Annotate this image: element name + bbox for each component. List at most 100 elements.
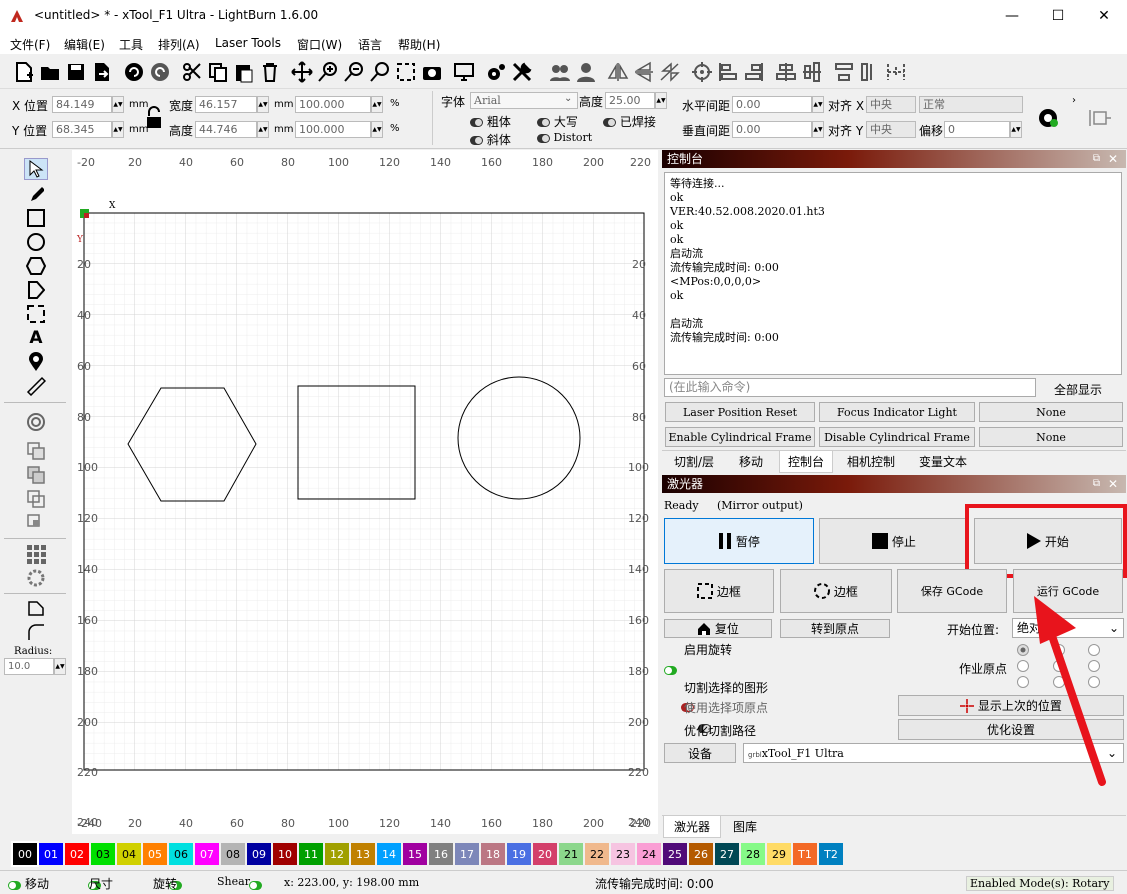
scale-width-input[interactable]: 100.000	[295, 96, 371, 113]
text-height-spin[interactable]: ▲▼	[655, 92, 667, 109]
ellipse-tool-icon[interactable]	[24, 231, 48, 253]
menu-laser-tools[interactable]: Laser Tools	[215, 36, 281, 50]
offset-spin[interactable]: ▲▼	[1010, 121, 1022, 138]
camera-icon[interactable]	[420, 60, 444, 84]
wrench-icon[interactable]	[510, 60, 534, 84]
x-position-input[interactable]: 84.149	[52, 96, 112, 113]
italic-switch[interactable]	[470, 136, 483, 145]
layer-swatch-27[interactable]: 27	[715, 843, 739, 865]
redo-icon[interactable]	[148, 60, 172, 84]
menu-edit[interactable]: 编辑(E)	[64, 36, 105, 53]
layer-swatch-17[interactable]: 17	[455, 843, 479, 865]
close-panel-icon[interactable]: ✕	[1108, 150, 1118, 168]
text-height-input[interactable]: 25.00	[605, 92, 655, 109]
layer-swatch-22[interactable]: 22	[585, 843, 609, 865]
layer-swatch-24[interactable]: 24	[637, 843, 661, 865]
layer-swatch-06[interactable]: 06	[169, 843, 193, 865]
layer-swatch-10[interactable]: 10	[273, 843, 297, 865]
mirror-across-line-icon[interactable]	[658, 60, 682, 84]
move-icon[interactable]	[290, 60, 314, 84]
flip-vertical-icon[interactable]	[632, 60, 656, 84]
font-dropdown-chevron-icon[interactable]: ⌄	[564, 93, 572, 104]
move-toggle[interactable]	[8, 881, 21, 890]
align-x-select[interactable]: 中央	[866, 96, 916, 113]
dashed-rect-tool-icon[interactable]	[24, 303, 48, 325]
copy-icon[interactable]	[206, 60, 230, 84]
hspace-spin[interactable]: ▲▼	[812, 96, 824, 113]
select-tool-icon[interactable]	[24, 158, 48, 180]
align-left-icon[interactable]	[716, 60, 740, 84]
tab-camera-control[interactable]: 相机控制	[847, 453, 895, 470]
group-users-icon[interactable]	[548, 60, 572, 84]
italic-toggle[interactable]: 斜体	[470, 131, 511, 148]
layer-swatch-20[interactable]: 20	[533, 843, 557, 865]
height-spin[interactable]: ▲▼	[257, 121, 269, 138]
layer-swatch-02[interactable]: 02	[65, 843, 89, 865]
export-icon[interactable]	[90, 60, 114, 84]
grid-array-icon[interactable]	[24, 543, 48, 565]
corner-radius-icon[interactable]	[24, 621, 48, 643]
maximize-button[interactable]: ☐	[1035, 0, 1081, 32]
text-tool-icon[interactable]: A	[24, 327, 48, 349]
vspace-input[interactable]: 0.00	[732, 121, 812, 138]
lock-ratio-icon[interactable]	[144, 106, 164, 130]
layer-swatch-29[interactable]: 29	[767, 843, 791, 865]
layer-swatch-16[interactable]: 16	[429, 843, 453, 865]
open-file-icon[interactable]	[38, 60, 62, 84]
save-gcode-button[interactable]: 保存 GCode	[897, 569, 1007, 613]
layer-swatch-25[interactable]: 25	[663, 843, 687, 865]
layer-swatch-T1[interactable]: T1	[793, 843, 817, 865]
delete-icon[interactable]	[258, 60, 282, 84]
macro-focus-indicator[interactable]: Focus Indicator Light	[819, 402, 975, 422]
layer-swatch-05[interactable]: 05	[143, 843, 167, 865]
circular-array-icon[interactable]	[24, 567, 48, 589]
save-file-icon[interactable]	[64, 60, 88, 84]
weld-icon[interactable]	[24, 440, 48, 462]
canvas-drawing[interactable]	[72, 150, 658, 834]
width-input[interactable]: 46.157	[195, 96, 257, 113]
polygon-tool-icon[interactable]	[24, 255, 48, 277]
bold-toggle[interactable]: 粗体	[470, 113, 511, 130]
welded-toggle[interactable]: 已焊接	[603, 113, 656, 130]
new-file-icon[interactable]	[12, 60, 36, 84]
undo-icon[interactable]	[122, 60, 146, 84]
ungroup-user-icon[interactable]	[574, 60, 598, 84]
float-panel-icon[interactable]: ⧉	[1093, 475, 1100, 493]
layer-swatch-09[interactable]: 09	[247, 843, 271, 865]
close-button[interactable]: ✕	[1081, 0, 1127, 32]
distort-toggle[interactable]: Distort	[537, 131, 592, 144]
tab-variable-text[interactable]: 变量文本	[919, 453, 967, 470]
macro-none-1[interactable]: None	[979, 402, 1123, 422]
design-canvas[interactable]: X Y -20 20 40 60 80 100 120 140 160 180 …	[72, 150, 658, 834]
layer-swatch-15[interactable]: 15	[403, 843, 427, 865]
frame-circle-button[interactable]: 边框	[780, 569, 892, 613]
frame-selection-icon[interactable]	[394, 60, 418, 84]
macro-enable-cylindrical[interactable]: Enable Cylindrical Frame	[665, 427, 815, 447]
device-button[interactable]: 设备	[664, 743, 736, 763]
distribute-h-icon[interactable]	[858, 60, 882, 84]
tab-console[interactable]: 控制台	[779, 451, 834, 473]
enable-rotary-toggle[interactable]	[664, 666, 677, 675]
layer-swatch-14[interactable]: 14	[377, 843, 401, 865]
layer-swatch-21[interactable]: 21	[559, 843, 583, 865]
pause-button[interactable]: 暂停	[664, 518, 814, 564]
distort-switch[interactable]	[537, 133, 550, 143]
shear-toggle[interactable]	[249, 881, 263, 890]
minimize-button[interactable]: —	[989, 0, 1035, 32]
tab-cuts-layers[interactable]: 切割/层	[674, 453, 714, 470]
layer-swatch-07[interactable]: 07	[195, 843, 219, 865]
menu-window[interactable]: 窗口(W)	[297, 36, 342, 53]
layer-swatch-18[interactable]: 18	[481, 843, 505, 865]
stop-button[interactable]: 停止	[819, 518, 969, 564]
menu-file[interactable]: 文件(F)	[10, 36, 50, 53]
macro-none-2[interactable]: None	[979, 427, 1123, 447]
y-position-input[interactable]: 68.345	[52, 121, 112, 138]
menu-tools[interactable]: 工具	[119, 36, 143, 53]
font-select[interactable]: Arial	[470, 92, 578, 109]
scale-h-spin[interactable]: ▲▼	[371, 121, 383, 138]
frame-rect-button[interactable]: 边框	[664, 569, 774, 613]
distribute-v-icon[interactable]	[884, 60, 908, 84]
boolean-subtract-icon[interactable]	[24, 488, 48, 510]
x-spin[interactable]: ▲▼	[112, 96, 124, 113]
float-panel-icon[interactable]: ⧉	[1093, 150, 1100, 168]
